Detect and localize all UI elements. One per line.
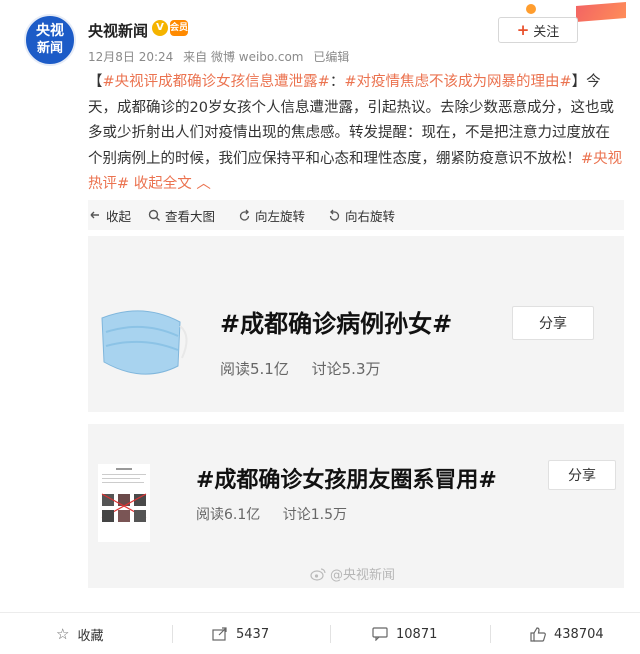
favorite-button[interactable]: ☆ 收藏 — [56, 613, 103, 654]
weibo-logo-icon — [310, 567, 326, 581]
colon: ： — [329, 74, 345, 90]
follow-button[interactable]: + 关注 — [498, 17, 578, 43]
post-source: 来自 微博 weibo.com — [183, 50, 304, 64]
vip-badge-icon: 会员 — [170, 20, 188, 36]
avatar[interactable]: 央视 新闻 — [24, 14, 76, 66]
comment-icon — [372, 627, 388, 641]
like-button[interactable]: 438704 — [530, 613, 604, 654]
topic-stats: 阅读5.1亿 讨论5.3万 — [220, 358, 399, 379]
bracket-open: 【 — [88, 74, 103, 90]
favorite-label: 收藏 — [77, 628, 104, 644]
topic-discussions: 讨论1.5万 — [282, 507, 347, 523]
topic-reads: 阅读5.1亿 — [220, 360, 289, 378]
share-button[interactable]: 分享 — [548, 460, 616, 490]
repost-icon — [212, 627, 227, 641]
rotate-left-button[interactable]: 向左旋转 — [238, 200, 305, 230]
divider — [490, 625, 491, 643]
face-mask-image — [101, 310, 188, 375]
topic-stats: 阅读6.1亿 讨论1.5万 — [196, 504, 365, 524]
hashtag-link[interactable]: #央视评成都确诊女孩信息遭泄露# — [103, 74, 330, 90]
watermark: @央视新闻 — [310, 564, 395, 583]
collapse-text-link[interactable]: 收起全文 — [134, 176, 192, 192]
rotate-right-label: 向右旋转 — [345, 208, 396, 224]
watermark-text: @央视新闻 — [330, 568, 396, 583]
view-large-label: 查看大图 — [165, 208, 216, 224]
topic-reads: 阅读6.1亿 — [196, 507, 261, 523]
action-bar: ☆ 收藏 5437 10871 438704 — [0, 612, 640, 654]
comment-count: 10871 — [396, 626, 438, 642]
repost-count: 5437 — [236, 626, 270, 642]
post-header: 央视 新闻 央视新闻 V 会员 12月8日 20:24 来自 微博 weibo.… — [0, 0, 640, 70]
topic-discussions: 讨论5.3万 — [311, 360, 381, 378]
topic-title[interactable]: #成都确诊病例孙女# — [220, 304, 452, 339]
share-button[interactable]: 分享 — [512, 306, 594, 340]
rotate-right-icon — [329, 209, 340, 221]
search-icon — [148, 209, 160, 221]
post-date[interactable]: 12月8日 20:24 — [88, 50, 173, 64]
rotate-left-icon — [239, 209, 250, 221]
view-large-button[interactable]: 查看大图 — [148, 200, 215, 230]
rotate-right-button[interactable]: 向右旋转 — [328, 200, 395, 230]
topic-card[interactable]: #成都确诊病例孙女# 阅读5.1亿 讨论5.3万 分享 — [88, 236, 624, 412]
follow-label: 关注 — [533, 24, 560, 40]
comment-button[interactable]: 10871 — [372, 613, 437, 654]
collapse-icon — [90, 211, 99, 219]
avatar-text-2: 新闻 — [36, 41, 63, 56]
divider — [330, 625, 331, 643]
star-icon: ☆ — [56, 625, 70, 643]
collapse-image-button[interactable]: 收起 — [88, 200, 131, 230]
verified-icon: V — [152, 20, 168, 36]
divider — [172, 625, 173, 643]
repost-button[interactable]: 5437 — [212, 613, 269, 654]
topic-title[interactable]: #成都确诊女孩朋友圈系冒用# — [196, 462, 497, 494]
thumbs-up-icon — [530, 626, 546, 642]
bracket-close: 】 — [571, 74, 587, 90]
post-meta: 12月8日 20:24 来自 微博 weibo.com 已编辑 — [88, 48, 355, 65]
edited-label[interactable]: 已编辑 — [313, 50, 349, 64]
image-toolbar: 收起 查看大图 向左旋转 向右旋转 — [88, 200, 624, 230]
like-count: 438704 — [554, 626, 604, 642]
avatar-text-1: 央视 — [36, 23, 64, 39]
chevron-up-icon[interactable]: ︿ — [196, 176, 211, 192]
plus-icon: + — [516, 20, 530, 39]
screenshot-thumbnail — [98, 464, 150, 542]
author-name[interactable]: 央视新闻 — [88, 20, 148, 41]
collapse-label: 收起 — [106, 208, 132, 224]
post-text: 【#央视评成都确诊女孩信息遭泄露#：#对疫情焦虑不该成为网暴的理由#】今天，成都… — [88, 70, 624, 198]
hashtag-link[interactable]: #对疫情焦虑不该成为网暴的理由# — [344, 74, 571, 90]
rotate-left-label: 向左旋转 — [255, 208, 306, 224]
